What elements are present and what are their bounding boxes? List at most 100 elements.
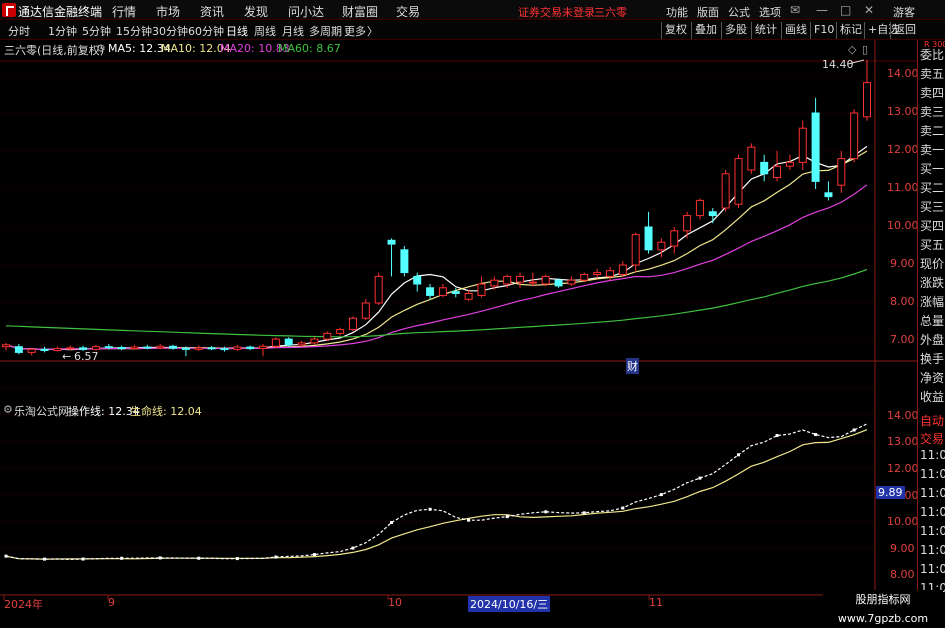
candle-body bbox=[194, 347, 203, 350]
candle-body bbox=[27, 348, 36, 353]
sidebar-item-earnings[interactable]: 收益 bbox=[920, 388, 944, 405]
menu-formula[interactable]: 公式 bbox=[728, 4, 750, 20]
period-tab-1min[interactable]: 1分钟 bbox=[48, 23, 77, 39]
candle-body bbox=[670, 230, 679, 247]
operation-dot bbox=[428, 507, 432, 511]
operation-dot bbox=[158, 556, 162, 560]
event-tag[interactable]: 财 bbox=[626, 358, 639, 374]
menu-item-trade[interactable]: 交易 bbox=[396, 3, 420, 20]
x-tick: 2024年 bbox=[4, 598, 43, 611]
candle-body bbox=[708, 211, 717, 217]
guest-label[interactable]: 游客 bbox=[893, 4, 915, 20]
candle-body bbox=[246, 346, 255, 350]
sidebar-item-bid3[interactable]: 买三 bbox=[920, 198, 944, 215]
operation-dot bbox=[312, 553, 316, 557]
operation-dot bbox=[736, 453, 740, 457]
candle bbox=[734, 154, 743, 208]
maximize-icon[interactable]: □ bbox=[840, 3, 851, 17]
period-tab-15min[interactable]: 15分钟 bbox=[116, 23, 152, 39]
sidebar-item-bid-ratio[interactable]: 委比 bbox=[920, 46, 944, 63]
ma60-label: MA60: 8.67 bbox=[278, 42, 341, 55]
menu-item-market[interactable]: 市场 bbox=[156, 3, 180, 20]
candle-body bbox=[426, 287, 435, 296]
period-tab-more[interactable]: 更多 bbox=[344, 23, 366, 39]
menu-item-discover[interactable]: 发现 bbox=[244, 3, 268, 20]
diamond-icon[interactable]: ◇ bbox=[848, 43, 856, 56]
sidebar-item-ask5[interactable]: 卖五 bbox=[920, 65, 944, 82]
candle-body bbox=[259, 345, 268, 350]
candle bbox=[798, 120, 807, 170]
ind-y-tick: 12.00 bbox=[887, 462, 919, 475]
sidebar-item-change-pct[interactable]: 涨幅 bbox=[920, 293, 944, 310]
menu-options[interactable]: 选项 bbox=[759, 4, 781, 20]
sidebar-item-price[interactable]: 现价 bbox=[920, 255, 944, 272]
candle bbox=[644, 211, 653, 254]
candle-body bbox=[721, 173, 730, 209]
sidebar-item-ask2[interactable]: 卖二 bbox=[920, 122, 944, 139]
candle bbox=[336, 327, 345, 336]
candle-body bbox=[91, 346, 100, 350]
stats-button[interactable]: 统计 bbox=[751, 22, 780, 39]
sidebar-item-volume[interactable]: 总量 bbox=[920, 312, 944, 329]
sidebar-item-net-assets[interactable]: 净资 bbox=[920, 369, 944, 386]
sidebar-item-auto[interactable]: 自动 bbox=[920, 412, 944, 429]
back-button[interactable]: 返回 bbox=[890, 22, 919, 39]
sidebar-item-outer[interactable]: 外盘 bbox=[920, 331, 944, 348]
menu-item-wealth[interactable]: 财富圈 bbox=[342, 3, 378, 20]
sidebar-item-turnover[interactable]: 换手 bbox=[920, 350, 944, 367]
adjust-button[interactable]: 复权 bbox=[661, 22, 690, 39]
candle bbox=[14, 344, 23, 355]
candle-body bbox=[631, 234, 640, 266]
period-tab-multi[interactable]: 多周期 bbox=[309, 23, 342, 39]
candle bbox=[387, 238, 396, 277]
sidebar-item-ask1[interactable]: 卖一 bbox=[920, 141, 944, 158]
candle-body bbox=[169, 345, 178, 349]
menu-layout[interactable]: 版面 bbox=[697, 4, 719, 20]
candle bbox=[567, 276, 576, 286]
sidebar-item-change[interactable]: 涨跌 bbox=[920, 274, 944, 291]
period-tab-daily[interactable]: 日线 bbox=[226, 23, 248, 39]
kline-chart[interactable] bbox=[0, 40, 917, 609]
y-tick: 7.00 bbox=[890, 333, 915, 346]
period-tab-5min[interactable]: 5分钟 bbox=[82, 23, 111, 39]
candle-body bbox=[284, 338, 293, 346]
menu-item-news[interactable]: 资讯 bbox=[200, 3, 224, 20]
x-tick: 10 bbox=[388, 596, 402, 609]
candle bbox=[721, 170, 730, 212]
sidebar-item-bid1[interactable]: 买一 bbox=[920, 160, 944, 177]
close-icon[interactable]: ✕ bbox=[864, 3, 874, 17]
sidebar-item-ask3[interactable]: 卖三 bbox=[920, 103, 944, 120]
period-tab-30min[interactable]: 30分钟 bbox=[152, 23, 188, 39]
f10-button[interactable]: F10 bbox=[810, 22, 837, 39]
sidebar-item-bid5[interactable]: 买五 bbox=[920, 236, 944, 253]
menu-item-quotes[interactable]: 行情 bbox=[112, 3, 136, 20]
overlay-button[interactable]: 叠加 bbox=[691, 22, 720, 39]
indicator-name: 乐淘公式网 bbox=[14, 405, 69, 418]
panel-toggle-icon[interactable]: ▯ bbox=[862, 43, 868, 56]
login-notice[interactable]: 证券交易未登录 bbox=[518, 4, 595, 20]
sidebar-item-bid4[interactable]: 买四 bbox=[920, 217, 944, 234]
more-chevron-icon[interactable]: 〉 bbox=[367, 23, 378, 39]
sidebar-item-trade[interactable]: 交易 bbox=[920, 430, 944, 447]
operation-dot bbox=[351, 546, 355, 550]
period-tab-timeshare[interactable]: 分时 bbox=[8, 23, 30, 39]
menu-function[interactable]: 功能 bbox=[666, 4, 688, 20]
candle-body bbox=[644, 226, 653, 251]
settings-gear-icon[interactable]: ⚙ bbox=[96, 42, 106, 55]
candle-body bbox=[348, 317, 357, 331]
period-tab-monthly[interactable]: 月线 bbox=[282, 23, 304, 39]
minimize-icon[interactable]: — bbox=[816, 3, 828, 17]
operation-dot bbox=[43, 557, 47, 561]
indicator-settings-icon[interactable]: ⚙ bbox=[3, 403, 13, 416]
mail-icon[interactable]: ✉ bbox=[790, 3, 800, 17]
menu-item-ask[interactable]: 问小达 bbox=[288, 3, 324, 20]
period-tab-60min[interactable]: 60分钟 bbox=[188, 23, 224, 39]
period-tab-weekly[interactable]: 周线 bbox=[254, 23, 276, 39]
candle-body bbox=[734, 158, 743, 205]
multi-stock-button[interactable]: 多股 bbox=[721, 22, 750, 39]
sidebar-item-bid2[interactable]: 买二 bbox=[920, 179, 944, 196]
menu-bar: 通达信金融终端 行情 市场 资讯 发现 问小达 财富圈 交易 证券交易未登录 三… bbox=[0, 0, 945, 20]
mark-button[interactable]: 标记 bbox=[836, 22, 865, 39]
sidebar-item-ask4[interactable]: 卖四 bbox=[920, 84, 944, 101]
draw-line-button[interactable]: 画线 bbox=[781, 22, 810, 39]
